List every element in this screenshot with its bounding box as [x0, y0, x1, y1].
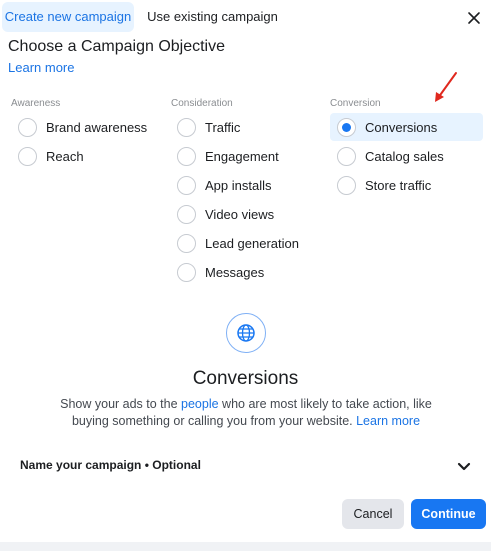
radio-icon [177, 204, 196, 224]
annotation-arrow-icon [435, 72, 457, 102]
option-brand-awareness[interactable]: Brand awareness [18, 114, 147, 140]
radio-selected-icon [337, 117, 356, 137]
option-app-installs[interactable]: App installs [177, 172, 299, 198]
radio-icon [177, 233, 196, 253]
page-title: Choose a Campaign Objective [8, 38, 226, 55]
option-store-traffic[interactable]: Store traffic [337, 172, 444, 198]
category-awareness: Awareness [11, 98, 61, 109]
option-label: Catalog sales [365, 148, 444, 164]
learn-more-link[interactable]: Learn more [8, 60, 74, 75]
learn-more-link[interactable]: Learn more [356, 414, 420, 428]
column-awareness: Brand awareness Reach [18, 114, 147, 169]
name-campaign-toggle[interactable]: Name your campaign • Optional [20, 458, 201, 472]
radio-icon [18, 117, 37, 137]
option-catalog-sales[interactable]: Catalog sales [337, 143, 444, 169]
objective-title: Conversions [192, 368, 299, 389]
category-consideration: Consideration [171, 98, 233, 109]
option-label: Engagement [205, 148, 279, 164]
tab-create-new-campaign[interactable]: Create new campaign [2, 2, 134, 32]
radio-icon [177, 146, 196, 166]
objective-icon-circle [226, 313, 266, 353]
option-label: Lead generation [205, 235, 299, 251]
bottom-divider [0, 542, 491, 551]
cancel-button[interactable]: Cancel [342, 499, 404, 529]
category-conversion: Conversion [330, 98, 381, 109]
option-conversions[interactable]: Conversions [337, 114, 444, 140]
radio-icon [337, 175, 356, 195]
people-link[interactable]: people [181, 397, 219, 411]
option-traffic[interactable]: Traffic [177, 114, 299, 140]
close-button[interactable] [462, 6, 486, 30]
globe-icon [237, 324, 255, 342]
column-conversion: Conversions Catalog sales Store traffic [337, 114, 444, 198]
continue-button[interactable]: Continue [411, 499, 486, 529]
objective-description: Show your ads to the people who are most… [60, 397, 432, 428]
option-label: Video views [205, 206, 275, 222]
option-label: Store traffic [365, 177, 432, 193]
radio-icon [337, 146, 356, 166]
option-messages[interactable]: Messages [177, 259, 299, 285]
option-label: Brand awareness [46, 119, 148, 135]
close-icon [468, 12, 480, 24]
option-lead-generation[interactable]: Lead generation [177, 230, 299, 256]
column-consideration: Traffic Engagement App installs Video vi… [177, 114, 299, 285]
option-label: App installs [205, 177, 272, 193]
option-label: Conversions [365, 119, 438, 135]
expand-button[interactable] [456, 458, 472, 474]
radio-icon [177, 175, 196, 195]
radio-icon [177, 117, 196, 137]
chevron-down-icon [457, 462, 471, 471]
option-label: Messages [205, 264, 265, 280]
tab-use-existing-campaign[interactable]: Use existing campaign [140, 2, 285, 32]
option-reach[interactable]: Reach [18, 143, 147, 169]
option-label: Traffic [205, 119, 241, 135]
radio-icon [18, 146, 37, 166]
option-engagement[interactable]: Engagement [177, 143, 299, 169]
option-video-views[interactable]: Video views [177, 201, 299, 227]
radio-icon [177, 262, 196, 282]
option-label: Reach [46, 148, 84, 164]
